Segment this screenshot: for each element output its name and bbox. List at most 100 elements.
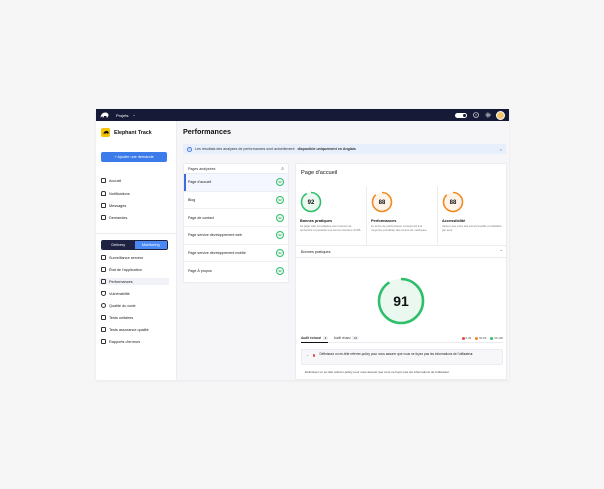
- svg-text:91: 91: [393, 293, 409, 309]
- info-banner: i Les résultats des analyses de performa…: [183, 144, 506, 154]
- mode-switch: Delivery Monitoring: [101, 240, 168, 250]
- banner-bold-text: disponible uniquement en Anglais: [297, 147, 356, 151]
- shield-icon: [101, 291, 106, 296]
- audit-tabs: Audit échoué 4 Audit réussi 18 0-49 50-89 …: [301, 334, 503, 343]
- score-badge: 92: [276, 267, 284, 276]
- test-icon: [101, 315, 106, 320]
- legend-low: 0-49: [461, 336, 471, 340]
- sidebar-item-server-monitoring[interactable]: Surveillance serveur: [101, 255, 143, 260]
- theme-toggle[interactable]: [455, 112, 467, 118]
- sidebar: Elephant Track + Ajouter une demande Acc…: [96, 121, 177, 380]
- sidebar-item-performances[interactable]: Performances: [99, 278, 169, 285]
- report-icon: [101, 339, 106, 344]
- svg-text:92: 92: [308, 200, 315, 206]
- sidebar-item-qa-tests[interactable]: Tests assurance qualité: [101, 327, 149, 332]
- add-request-button[interactable]: + Ajouter une demande: [101, 152, 167, 162]
- page-row-web-dev[interactable]: Page service développement web 92: [184, 227, 288, 245]
- message-icon: [101, 203, 106, 208]
- sidebar-item-notifications[interactable]: Notifications: [101, 191, 130, 196]
- gear-icon[interactable]: [484, 112, 491, 119]
- svg-text:?: ?: [475, 113, 477, 117]
- pulse-icon: [101, 279, 106, 284]
- score-badge: 92: [276, 249, 284, 258]
- tab-delivery[interactable]: Delivery: [102, 241, 135, 249]
- tools-icon: [101, 327, 106, 332]
- big-score-gauge: 91: [376, 276, 426, 331]
- card-performance: 88 Performances Le score de performance …: [367, 186, 438, 245]
- score-gauge: 88: [442, 191, 464, 218]
- code-icon: [101, 303, 106, 308]
- score-gauge: 88: [371, 191, 393, 218]
- pages-list: Pages analysées ⌕ Page d'accueil 92 Blog 9…: [183, 163, 289, 283]
- count-badge: 4: [323, 335, 328, 340]
- score-gauge: 92: [300, 191, 322, 218]
- bell-icon: [101, 191, 106, 196]
- card-title: Accessibilité: [442, 219, 466, 223]
- sidebar-item-vulnerability[interactable]: Vulnérabilité: [101, 291, 130, 296]
- audit-item[interactable]: ⌄ Définissez un en-tête referrer-policy …: [301, 349, 503, 365]
- score-badge: 92: [276, 178, 284, 187]
- card-accessibility: 88 Accessibilité Assure que votre site e…: [438, 186, 506, 245]
- card-description: La page web est adaptée aux moteurs de r…: [300, 224, 362, 232]
- card-title: Performances: [371, 219, 397, 223]
- tab-monitoring[interactable]: Monitoring: [134, 241, 167, 249]
- banner-text: Les résultats des analyses de performanc…: [195, 147, 295, 151]
- chevron-down-icon[interactable]: ⌄: [132, 113, 135, 117]
- app-icon: [101, 267, 106, 272]
- sidebar-item-unit-tests[interactable]: Tests unitaires: [101, 315, 133, 320]
- home-icon: [101, 178, 106, 183]
- card-best-practices: 92 Bonnes pratiques La page web est adap…: [296, 186, 367, 245]
- audit-detail: Définissez un en-tête referrer-policy po…: [305, 370, 450, 374]
- score-badge: 92: [276, 196, 284, 205]
- card-description: Assure que votre site est accessible et …: [442, 224, 502, 232]
- svg-text:88: 88: [450, 200, 457, 206]
- audit-title: Définissez un en-tête referrer-policy po…: [319, 352, 474, 356]
- tab-passed-audits[interactable]: Audit réussi 18: [334, 334, 359, 343]
- avatar[interactable]: [496, 110, 505, 120]
- score-badge: 92: [276, 231, 284, 240]
- score-legend: 0-49 50-89 90-100: [461, 336, 503, 340]
- help-icon[interactable]: ?: [472, 112, 479, 119]
- sidebar-item-code-quality[interactable]: Qualité du code: [101, 303, 136, 308]
- projects-menu[interactable]: Projets: [116, 113, 128, 118]
- brand[interactable]: Elephant Track: [101, 128, 152, 137]
- app-window: Projets ⌄ ? Elephant Track + Ajouter une…: [96, 109, 509, 380]
- page-row-mobile-dev[interactable]: Page service développement mobile 92: [184, 245, 288, 263]
- chevron-down-icon[interactable]: ⌄: [306, 353, 309, 357]
- page-row-about[interactable]: Page À propos 92: [184, 262, 288, 280]
- legend-mid: 50-89: [475, 336, 486, 340]
- divider: [96, 233, 176, 234]
- main-content: Performances i Les résultats des analyse…: [177, 121, 509, 380]
- score-badge: 92: [276, 213, 284, 222]
- page-title: Performances: [183, 127, 231, 136]
- elephant-logo-icon[interactable]: [100, 112, 110, 119]
- page-row-blog[interactable]: Blog 92: [184, 192, 288, 210]
- count-badge: 18: [352, 336, 359, 340]
- card-title: Bonnes pratiques: [300, 219, 333, 223]
- pages-header: Pages analysées ⌕: [184, 164, 288, 174]
- sidebar-item-home[interactable]: Accueil: [101, 178, 121, 183]
- sidebar-item-app-status[interactable]: État de l'application: [101, 267, 142, 272]
- page-row-home[interactable]: Page d'accueil 92: [184, 174, 288, 192]
- top-bar: Projets ⌄ ?: [96, 109, 509, 121]
- brand-name: Elephant Track: [114, 129, 152, 136]
- chevron-up-icon[interactable]: ⌃: [500, 249, 503, 254]
- sidebar-item-messages[interactable]: Messages: [101, 203, 126, 208]
- info-icon: i: [187, 146, 192, 152]
- section-header[interactable]: Bonnes pratiques ⌃: [296, 245, 506, 258]
- page-row-contact[interactable]: Page de contact 92: [184, 209, 288, 228]
- detail-title: Page d'accueil: [301, 170, 338, 176]
- legend-high: 90-100: [490, 336, 503, 340]
- sidebar-item-requests[interactable]: Demandes: [101, 215, 127, 220]
- list-icon: [101, 215, 106, 220]
- sidebar-item-error-reports[interactable]: Rapports d'erreurs: [101, 339, 140, 344]
- card-description: Le score de performance correspond à la …: [371, 224, 428, 232]
- svg-text:88: 88: [379, 200, 386, 206]
- search-icon[interactable]: ⌕: [281, 166, 284, 172]
- close-icon[interactable]: ×: [500, 147, 502, 152]
- detail-panel: Page d'accueil 92 Bonnes pratiques La pa…: [295, 163, 507, 380]
- brand-logo-icon: [101, 128, 110, 137]
- server-icon: [101, 255, 106, 260]
- tab-failed-audits[interactable]: Audit échoué 4: [301, 334, 328, 343]
- fail-dot-icon: [312, 354, 316, 357]
